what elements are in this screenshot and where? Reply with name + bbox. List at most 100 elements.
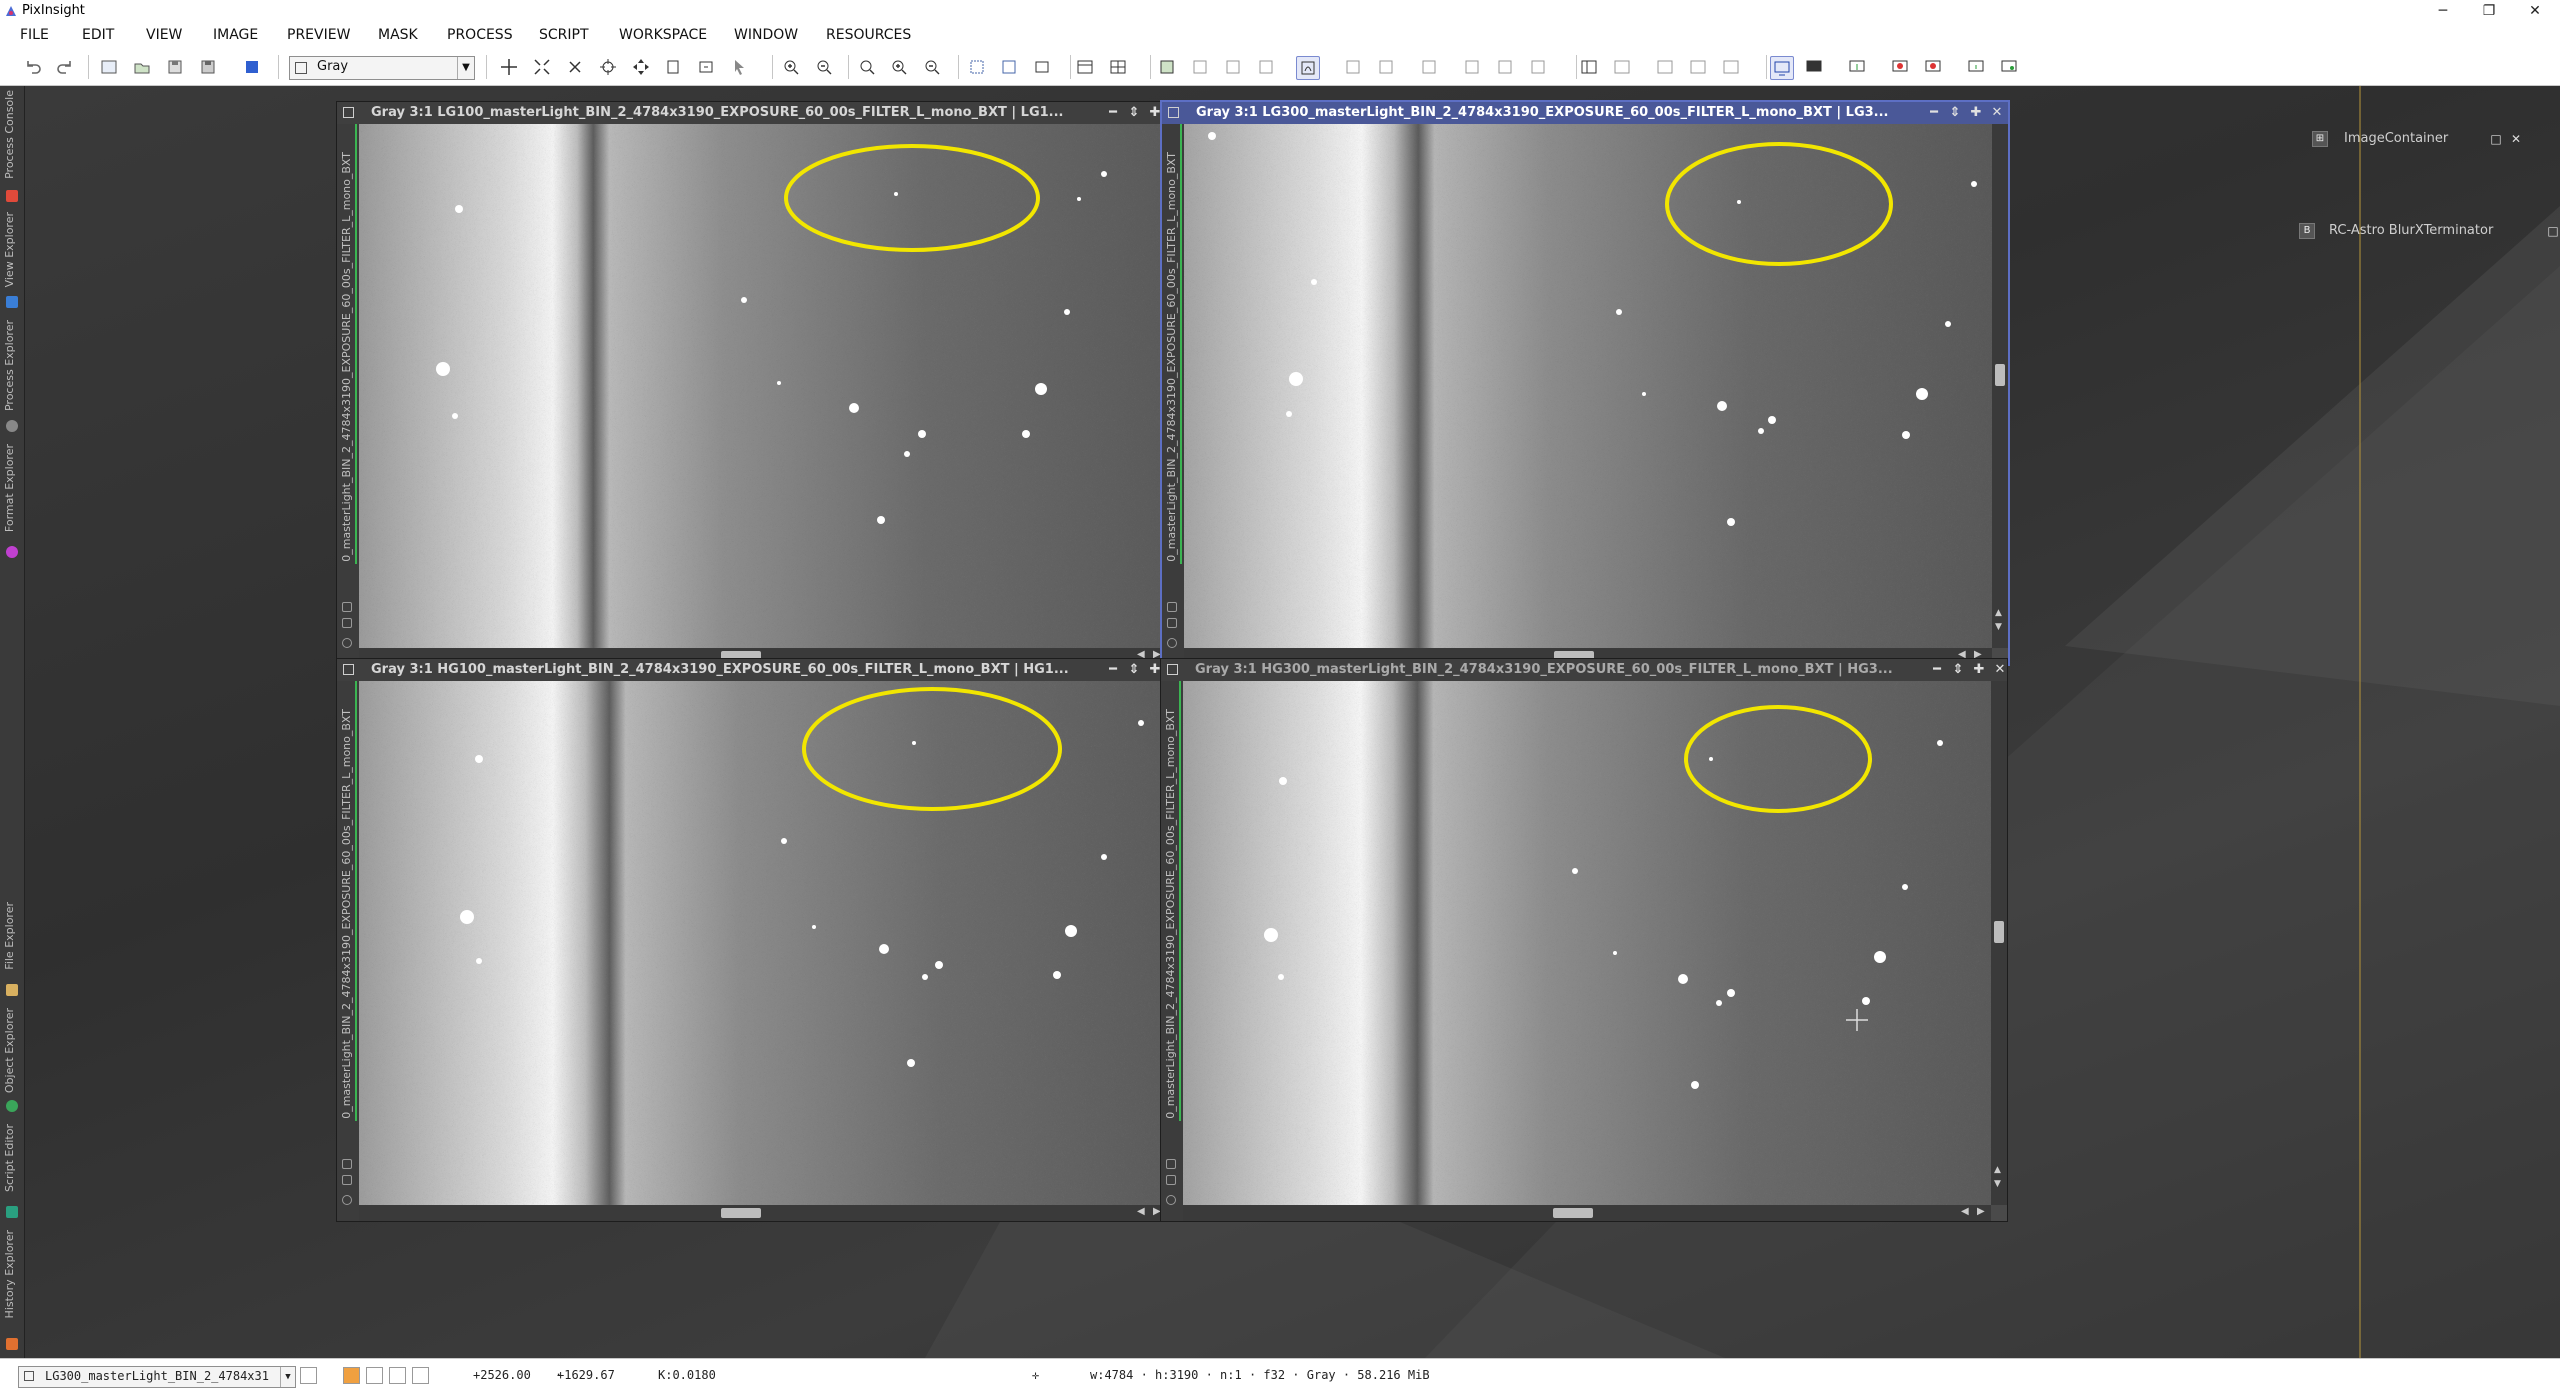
color-space-icon[interactable] [241, 56, 263, 78]
horizontal-scrollbar[interactable]: ◀ ▶ [1183, 1205, 1991, 1221]
menu-workspace[interactable]: WORKSPACE [615, 22, 711, 49]
view-link-icon[interactable] [342, 1175, 352, 1185]
stats-icon[interactable] [1687, 56, 1709, 78]
menu-process[interactable]: PROCESS [443, 22, 517, 49]
window-maximize-button[interactable]: ✚ [1966, 102, 1986, 124]
tile-icon[interactable] [1074, 56, 1096, 78]
window-options-icon[interactable] [1998, 56, 2020, 78]
window-maximize-button[interactable]: ✚ [1969, 659, 1989, 681]
icon-maximize-button[interactable]: □ [2488, 129, 2504, 149]
dock-tab-format-explorer[interactable]: Format Explorer [0, 440, 24, 560]
screen-save-icon[interactable] [1803, 56, 1825, 78]
image-window-lg100[interactable]: Gray 3:1 LG100_masterLight_BIN_2_4784x31… [336, 101, 1184, 665]
window-shade-button[interactable]: ⇕ [1124, 659, 1144, 681]
edit-preview-icon[interactable] [695, 56, 717, 78]
cursor-icon[interactable] [728, 56, 750, 78]
readout-mode-icon[interactable] [597, 56, 619, 78]
explorer-list-icon[interactable] [1611, 56, 1633, 78]
window-close-button[interactable]: ✕ [1990, 659, 2007, 681]
view-lock-icon[interactable] [342, 602, 352, 612]
stf-toggle-icon[interactable] [1296, 56, 1320, 80]
pan-mode-icon[interactable] [498, 56, 520, 78]
window-minimize-button[interactable]: ━ [1103, 102, 1123, 124]
view-options-icon[interactable] [342, 638, 352, 648]
chevron-down-icon[interactable]: ▼ [457, 57, 474, 79]
window-shade-button[interactable]: ⇕ [1124, 102, 1144, 124]
fit-width-icon[interactable] [998, 56, 1020, 78]
mask-show-icon[interactable] [1189, 56, 1211, 78]
view-selector[interactable]: LG300_masterLight_BIN_2_4784x31 ▼ [18, 1366, 296, 1388]
window-minimize-button[interactable]: ━ [1924, 102, 1944, 124]
mask-invert-icon[interactable] [1222, 56, 1244, 78]
menu-view[interactable]: VIEW [142, 22, 186, 49]
window-minimize-button[interactable]: ━ [1103, 659, 1123, 681]
window-shade-button[interactable]: ⇕ [1945, 102, 1965, 124]
preview-red-icon[interactable] [1889, 56, 1911, 78]
image-canvas[interactable] [359, 681, 1167, 1205]
mask-color-icon[interactable] [1255, 56, 1277, 78]
window-shade-button[interactable]: ⇕ [1948, 659, 1968, 681]
close-button[interactable]: ✕ [2512, 0, 2558, 22]
save-as-icon[interactable] [197, 56, 219, 78]
zoom-plus-icon[interactable] [888, 56, 910, 78]
view-options-icon[interactable] [1166, 1195, 1176, 1205]
vertical-scrollbar[interactable]: ▲▼ [1992, 124, 2008, 648]
vertical-scroll-thumb[interactable] [1995, 364, 2005, 386]
fit-window-icon[interactable] [966, 56, 988, 78]
view-toggle-icon[interactable] [300, 1367, 317, 1384]
menu-window[interactable]: WINDOW [730, 22, 802, 49]
hist-icon[interactable] [1654, 56, 1676, 78]
image-canvas[interactable] [359, 124, 1167, 648]
undo-icon[interactable] [22, 56, 44, 78]
zoom-fit-icon[interactable] [531, 56, 553, 78]
menu-mask[interactable]: MASK [374, 22, 422, 49]
colorspace-select[interactable]: Gray ▼ [289, 56, 475, 80]
readout-color-swatch[interactable] [343, 1367, 360, 1384]
chevron-down-icon[interactable]: ▼ [280, 1367, 295, 1387]
vertical-scroll-thumb[interactable] [1994, 921, 2004, 943]
open-icon[interactable] [131, 56, 153, 78]
stf-reset-icon[interactable] [1375, 56, 1397, 78]
image-window-hg100[interactable]: Gray 3:1 HG100_masterLight_BIN_2_4784x31… [336, 658, 1184, 1222]
menu-preview[interactable]: PREVIEW [283, 22, 354, 49]
window-title-bar[interactable]: Gray 3:1 LG300_masterLight_BIN_2_4784x31… [1162, 102, 2008, 124]
view-link-icon[interactable] [1166, 1175, 1176, 1185]
new-image-icon[interactable] [98, 56, 120, 78]
zoom-minus-icon[interactable] [921, 56, 943, 78]
cascade-icon[interactable] [1107, 56, 1129, 78]
minimize-button[interactable]: ─ [2420, 0, 2466, 22]
dock-tab-view-explorer[interactable]: View Explorer [0, 208, 24, 310]
readout-sample-icon[interactable] [1461, 56, 1483, 78]
view-options-icon[interactable] [342, 1195, 352, 1205]
fits-header-icon[interactable] [1720, 56, 1742, 78]
window-icon[interactable] [1965, 56, 1987, 78]
redo-icon[interactable] [54, 56, 76, 78]
readout-options-icon[interactable] [1527, 56, 1549, 78]
save-icon[interactable] [164, 56, 186, 78]
readout-swatch-4[interactable] [412, 1367, 429, 1384]
zoom-1-1-icon[interactable] [856, 56, 878, 78]
export-icon[interactable] [1846, 56, 1868, 78]
vertical-scrollbar[interactable]: ▲▼ [1991, 681, 2007, 1205]
stf-link-icon[interactable] [1418, 56, 1440, 78]
new-preview-icon[interactable] [662, 56, 684, 78]
preview-mask-icon[interactable] [1922, 56, 1944, 78]
view-options-icon[interactable] [1167, 638, 1177, 648]
window-title-bar[interactable]: Gray 3:1 HG300_masterLight_BIN_2_4784x31… [1161, 659, 2007, 681]
icon-close-button[interactable]: ✕ [2508, 129, 2524, 149]
image-window-hg300[interactable]: Gray 3:1 HG300_masterLight_BIN_2_4784x31… [1160, 658, 2008, 1222]
horizontal-scroll-thumb[interactable] [721, 1208, 761, 1218]
window-title-bar[interactable]: Gray 3:1 LG100_masterLight_BIN_2_4784x31… [337, 102, 1183, 124]
fit-view-icon[interactable] [564, 56, 586, 78]
menu-resources[interactable]: RESOURCES [822, 22, 915, 49]
dock-tab-script-editor[interactable]: Script Editor [0, 1120, 24, 1220]
readout-preview-icon[interactable] [1494, 56, 1516, 78]
window-title-bar[interactable]: Gray 3:1 HG100_masterLight_BIN_2_4784x31… [337, 659, 1183, 681]
menu-script[interactable]: SCRIPT [535, 22, 593, 49]
zoom-in-icon[interactable] [780, 56, 802, 78]
view-lock-icon[interactable] [342, 1159, 352, 1169]
image-window-lg300[interactable]: Gray 3:1 LG300_masterLight_BIN_2_4784x31… [1160, 100, 2010, 666]
zoom-out-icon[interactable] [813, 56, 835, 78]
restore-button[interactable]: ❐ [2466, 0, 2512, 22]
dock-tab-process-console[interactable]: Process Console [0, 86, 24, 204]
